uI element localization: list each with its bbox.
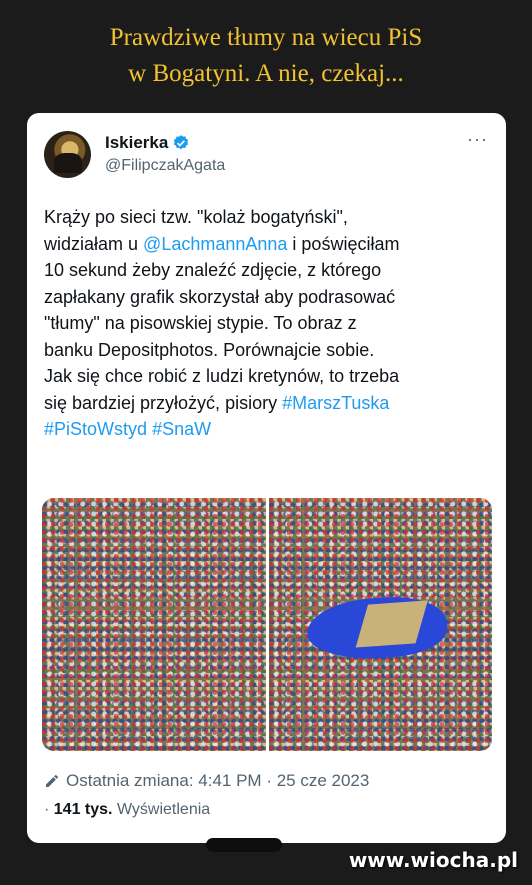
verified-badge-icon <box>174 135 189 150</box>
watermark: www.wiocha.pl <box>348 848 518 872</box>
tweet-line: Jak się chce robić z ludzi kretynów, to … <box>44 363 494 390</box>
views-label: Wyświetlenia <box>116 801 211 818</box>
mention-link[interactable]: @LachmannAnna <box>143 234 287 254</box>
meme-title: Prawdziwe tłumy na wiecu PiS w Bogatyni.… <box>0 20 532 92</box>
hashtag-link[interactable]: #MarszTuska <box>282 393 389 413</box>
tweet-text-span: się bardziej przyłożyć, pisiory <box>44 392 283 413</box>
tweet-line: widziałam u @LachmannAnna i poświęciłam <box>44 231 494 258</box>
tweet-text-span: "tłumy" na pisowskiej stypie. To obraz z <box>44 313 357 333</box>
hashtag-link[interactable]: #PiStoWstyd <box>44 419 147 439</box>
media-photo-left[interactable] <box>42 498 266 751</box>
tweet-line: Krąży po sieci tzw. "kolaż bogatyński", <box>44 204 494 231</box>
tweet-text-span: 10 sekund żeby znaleźć zdjęcie, z któreg… <box>44 260 382 280</box>
tweet-text: Krąży po sieci tzw. "kolaż bogatyński", … <box>44 204 494 443</box>
tweet-line: banku Depositphotos. Porównajcie sobie. <box>44 337 494 364</box>
edited-label[interactable]: Ostatnia zmiana: 4:41 PM · 25 cze 2023 <box>66 771 369 791</box>
tweet-text-span: banku Depositphotos. Porównajcie sobie. <box>44 339 375 360</box>
tweet-card: Iskierka @FilipczakAgata ··· Krąży po si… <box>27 113 506 843</box>
media-photo-right[interactable] <box>268 498 492 751</box>
tweet-media[interactable] <box>42 498 492 751</box>
tweet-text-span: i poświęciłam <box>287 233 400 254</box>
bottom-pill <box>206 838 282 852</box>
tweet-line: zapłakany grafik skorzystał aby podrasow… <box>44 284 494 311</box>
tweet-text-span: Jak się chce robić z ludzi kretynów, to … <box>44 366 400 386</box>
hashtag-link[interactable]: #SnaW <box>152 419 211 439</box>
views-count: 141 tys. <box>53 801 113 818</box>
display-name[interactable]: Iskierka <box>105 133 190 153</box>
avatar[interactable] <box>44 131 91 178</box>
meme-title-line-1: Prawdziwe tłumy na wiecu PiS <box>109 24 423 51</box>
tweet-line: się bardziej przyłożyć, pisiory #MarszTu… <box>44 390 494 417</box>
tweet-text-span: zapłakany grafik skorzystał aby podrasow… <box>44 286 396 307</box>
dot-separator: · <box>44 801 50 818</box>
user-handle[interactable]: @FilipczakAgata <box>105 157 225 175</box>
tweet-line: 10 sekund żeby znaleźć zdjęcie, z któreg… <box>44 257 494 284</box>
views-row: · 141 tys. Wyświetlenia <box>44 801 210 819</box>
meme-title-line-2: w Bogatyni. A nie, czekaj... <box>128 60 404 87</box>
display-name-text[interactable]: Iskierka <box>105 133 168 153</box>
tweet-line: #PiStoWstyd #SnaW <box>44 416 494 443</box>
tweet-text-span: widziałam u <box>44 233 144 254</box>
pencil-icon <box>46 775 58 787</box>
tweet-text-span: Krąży po sieci tzw. "kolaż bogatyński", <box>44 207 348 227</box>
edited-timestamp[interactable]: Ostatnia zmiana: 4:41 PM · 25 cze 2023 <box>44 771 369 791</box>
more-icon[interactable]: ··· <box>467 129 488 150</box>
tweet-line: "tłumy" na pisowskiej stypie. To obraz z <box>44 310 494 337</box>
